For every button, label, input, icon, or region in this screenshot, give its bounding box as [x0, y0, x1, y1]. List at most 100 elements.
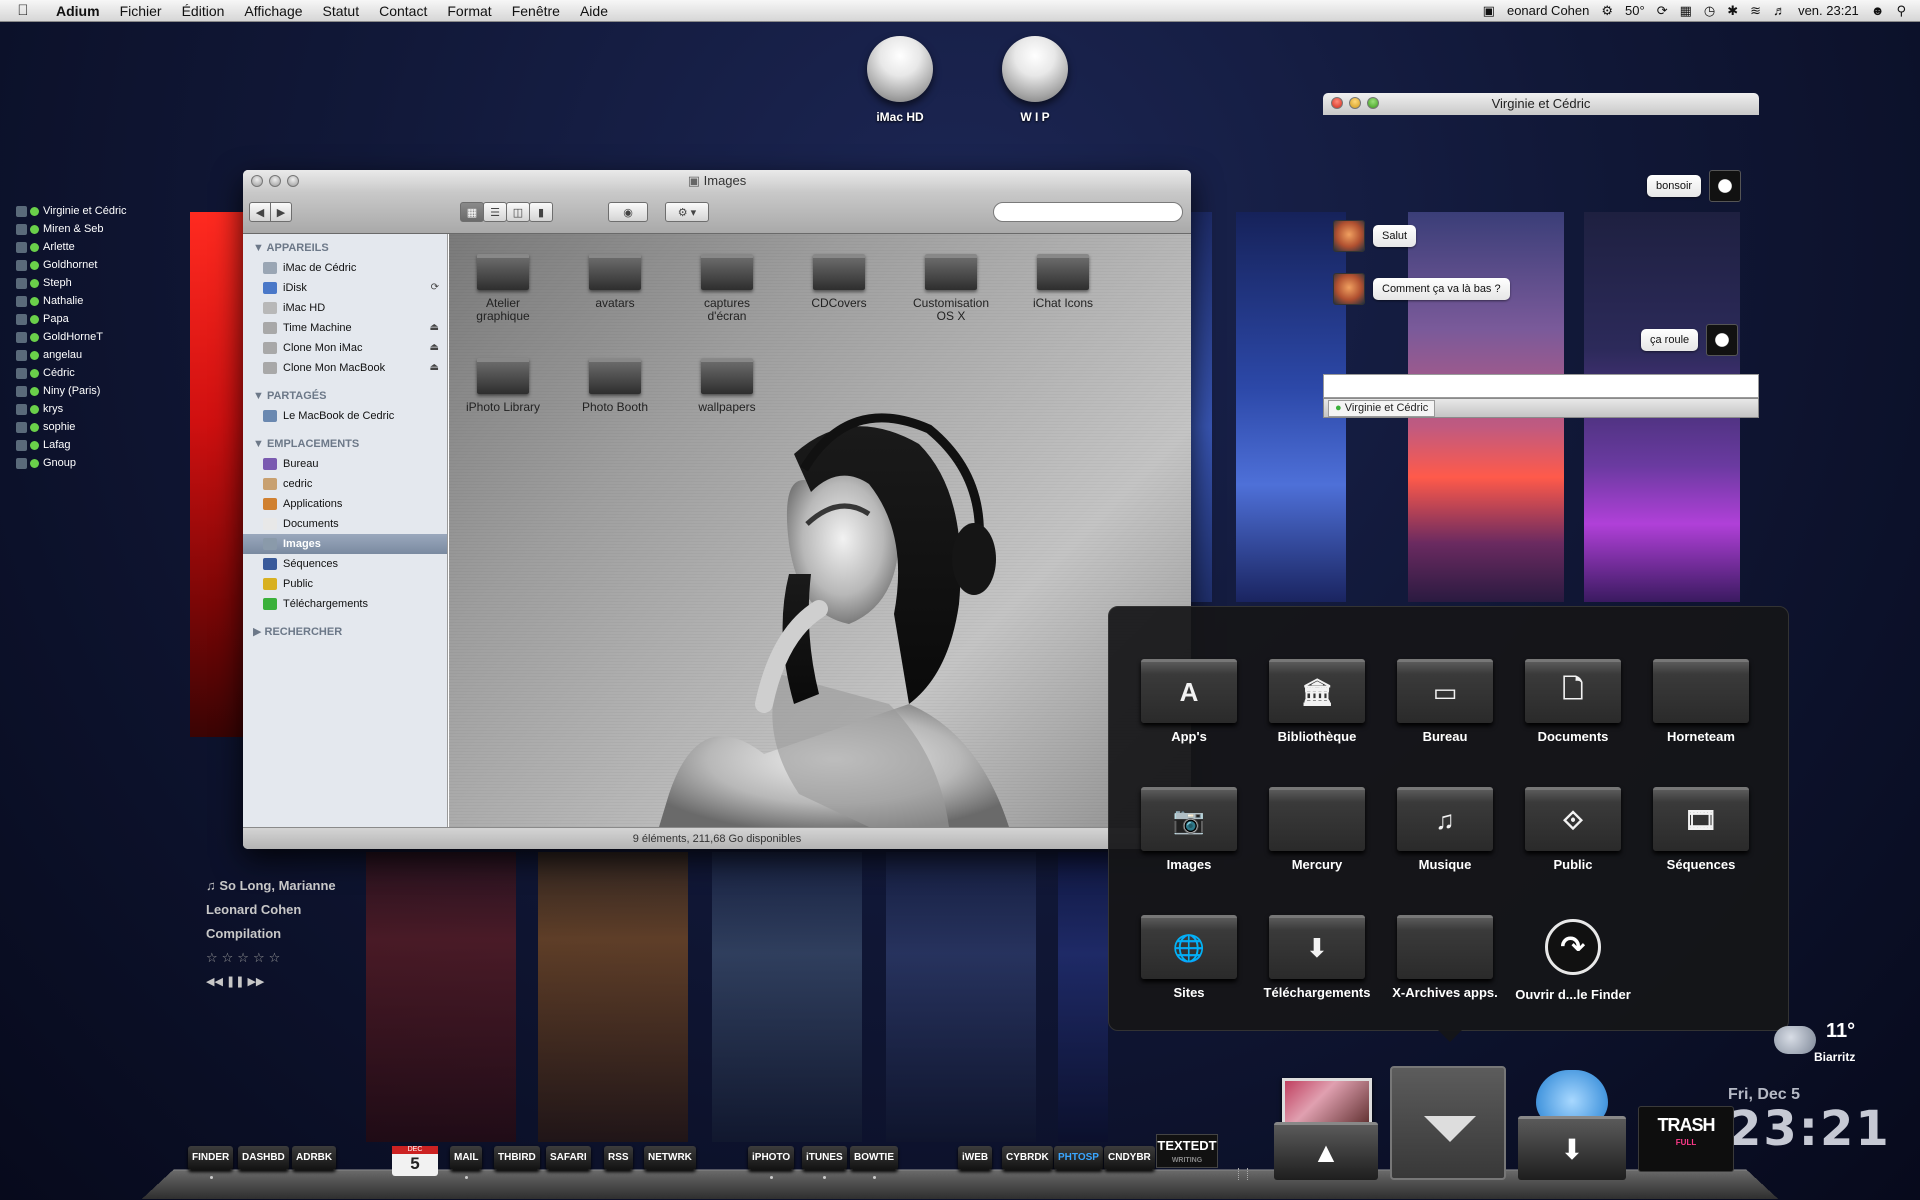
menu-contact[interactable]: Contact [369, 3, 437, 19]
close-button[interactable] [1331, 97, 1343, 109]
folder-item[interactable]: captures d'écran [673, 244, 781, 323]
dock-item-thbird[interactable]: THBIRD [494, 1146, 540, 1170]
disclosure-triangle-icon[interactable]: ▶ [253, 626, 265, 638]
eject-icon[interactable]: ⏏ [430, 338, 439, 358]
menu-aide[interactable]: Aide [570, 3, 618, 19]
dock-item-mail[interactable]: MAIL [450, 1146, 483, 1179]
buddy-row[interactable]: Nathalie [16, 292, 176, 310]
stack-item[interactable]: ♫ Musique [1385, 787, 1505, 872]
buddy-row[interactable]: krys [16, 400, 176, 418]
sidebar-item[interactable]: iDisk ⟳ [243, 278, 447, 298]
sidebar-section-header[interactable]: ▶ RECHERCHER [243, 622, 447, 642]
folder-item[interactable]: CDCovers [785, 244, 893, 310]
column-view-button[interactable]: ◫ [506, 202, 530, 222]
zoom-button[interactable] [287, 175, 299, 187]
sidebar-item[interactable]: Documents [243, 514, 447, 534]
buddy-row[interactable]: Arlette [16, 238, 176, 256]
dock-item-trash[interactable]: TRASH FULL [1638, 1106, 1734, 1172]
search-input[interactable] [993, 202, 1183, 222]
buddy-row[interactable]: angelau [16, 346, 176, 364]
playback-controls[interactable]: ◀◀ ❚❚ ▶▶ [206, 970, 386, 994]
sidebar-item[interactable]: Time Machine ⏏ [243, 318, 447, 338]
buddy-row[interactable]: Goldhornet [16, 256, 176, 274]
stack-item[interactable]: 🗋 Documents [1513, 659, 1633, 744]
chat-tab[interactable]: ● Virginie et Cédric [1328, 400, 1436, 417]
stack-item[interactable]: ▭ Bureau [1385, 659, 1505, 744]
dock-downloads-stack[interactable]: ⬇ [1518, 1070, 1626, 1180]
dock-item-cybrdk[interactable]: CYBRDK [1002, 1146, 1053, 1170]
dock-item-safari[interactable]: SAFARI [546, 1146, 591, 1170]
dock-item-bowtie[interactable]: BOWTIE [850, 1146, 898, 1179]
dock-separator[interactable] [1238, 1168, 1248, 1180]
finder-titlebar[interactable]: ▣ Images [243, 170, 1191, 192]
dock-item-ical[interactable]: DEC 5 [392, 1146, 438, 1176]
sidebar-item[interactable]: cedric [243, 474, 447, 494]
dock-item-iweb[interactable]: iWEB [958, 1146, 993, 1170]
sidebar-section-header[interactable]: ▼ PARTAGÉS [243, 386, 447, 406]
sidebar-item[interactable]: iMac HD [243, 298, 447, 318]
stack-item[interactable]: ⟐ Public [1513, 787, 1633, 872]
sidebar-item[interactable]: Applications [243, 494, 447, 514]
dock-item-itunes[interactable]: iTUNES [802, 1146, 847, 1179]
sidebar-item[interactable]: Téléchargements [243, 594, 447, 614]
coverflow-view-button[interactable]: ▮ [529, 202, 553, 222]
forward-button[interactable]: ▶ [270, 202, 292, 222]
folder-item[interactable]: avatars [561, 244, 669, 310]
menu-format[interactable]: Format [437, 3, 501, 19]
bluetooth-icon[interactable]: ✱ [1727, 3, 1738, 19]
zoom-button[interactable] [1367, 97, 1379, 109]
disclosure-triangle-icon[interactable]: ▼ [253, 390, 267, 402]
minimize-button[interactable] [1349, 97, 1361, 109]
dock-item-dashbd[interactable]: DASHBD [238, 1146, 289, 1170]
sidebar-item[interactable]: Bureau [243, 454, 447, 474]
volume-icon[interactable]: ♬ [1773, 3, 1786, 18]
sync-icon[interactable]: ⟳ [1657, 3, 1668, 19]
user-icon[interactable]: ☻ [1871, 3, 1885, 18]
icon-view-button[interactable]: ▦ [460, 202, 484, 222]
buddy-row[interactable]: Cédric [16, 364, 176, 382]
temperature-menu[interactable]: 50° [1625, 3, 1645, 18]
buddy-row[interactable]: Steph [16, 274, 176, 292]
sidebar-section-header[interactable]: ▼ APPAREILS [243, 238, 447, 258]
sync-icon[interactable]: ⟳ [431, 278, 439, 298]
menubar-clock[interactable]: ven. 23:21 [1798, 3, 1859, 18]
buddy-row[interactable]: Niny (Paris) [16, 382, 176, 400]
buddy-row[interactable]: Papa [16, 310, 176, 328]
disk-wip[interactable]: W I P [990, 36, 1080, 124]
dock-item-rss[interactable]: RSS [604, 1146, 633, 1170]
stack-item[interactable]: ⬇ Téléchargements [1257, 915, 1377, 1000]
stack-item[interactable]: X-Archives apps. [1385, 915, 1505, 1000]
minimize-button[interactable] [269, 175, 281, 187]
folder-item[interactable]: iChat Icons [1009, 244, 1117, 310]
menu-affichage[interactable]: Affichage [234, 3, 312, 19]
folder-item[interactable]: Customisation OS X [897, 244, 1005, 323]
menu-app[interactable]: Adium [46, 3, 110, 19]
buddy-row[interactable]: Miren & Seb [16, 220, 176, 238]
menu-edition[interactable]: Édition [172, 3, 235, 19]
dock-item-adrbk[interactable]: ADRBK [292, 1146, 337, 1170]
stack-item[interactable]: Mercury [1257, 787, 1377, 872]
buddy-row[interactable]: GoldHorneT [16, 328, 176, 346]
folder-item[interactable]: Atelier graphique [449, 244, 557, 323]
menu-statut[interactable]: Statut [313, 3, 370, 19]
close-button[interactable] [251, 175, 263, 187]
disclosure-triangle-icon[interactable]: ▼ [253, 242, 267, 254]
dock-item-finder[interactable]: FINDER [188, 1146, 234, 1179]
disk-imac-hd[interactable]: iMac HD [855, 36, 945, 124]
buddy-row[interactable]: Gnoup [16, 454, 176, 472]
sidebar-item[interactable]: Public [243, 574, 447, 594]
spotlight-icon[interactable]: ⚲ [1896, 3, 1906, 19]
dock-stack-toggle[interactable] [1390, 1066, 1506, 1180]
dock-item-iphoto[interactable]: iPHOTO [748, 1146, 795, 1179]
dock-item-cndybr[interactable]: CNDYBR [1104, 1146, 1155, 1170]
stack-item[interactable]: ↷ Ouvrir d...le Finder [1513, 915, 1633, 1002]
buddy-row[interactable]: sophie [16, 418, 176, 436]
folder-item[interactable]: iPhoto Library [449, 348, 557, 414]
chat-titlebar[interactable]: Virginie et Cédric [1323, 93, 1759, 115]
sidebar-section-header[interactable]: ▼ EMPLACEMENTS [243, 434, 447, 454]
buddy-row[interactable]: Virginie et Cédric [16, 202, 176, 220]
stack-item[interactable]: 🎞 Séquences [1641, 787, 1761, 872]
disclosure-triangle-icon[interactable]: ▼ [253, 438, 267, 450]
sidebar-item[interactable]: iMac de Cédric [243, 258, 447, 278]
sidebar-item[interactable]: Le MacBook de Cedric [243, 406, 447, 426]
